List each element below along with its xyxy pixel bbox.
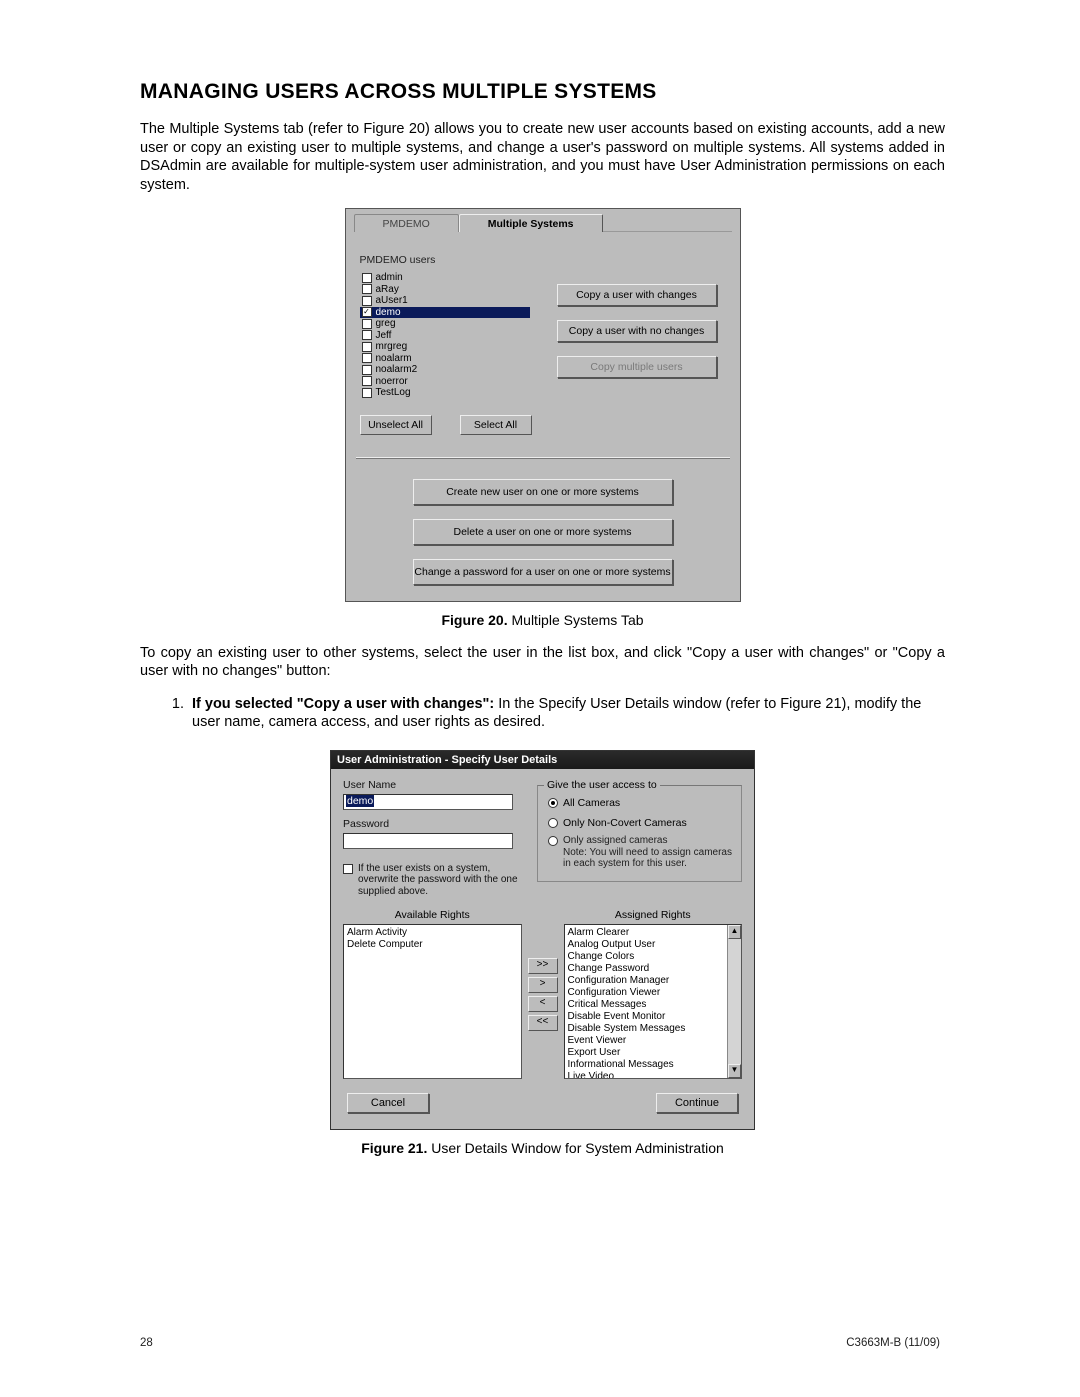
user-checkbox[interactable]: [362, 388, 372, 398]
dialog-title: User Administration - Specify User Detai…: [331, 751, 754, 769]
user-name: aRay: [376, 284, 399, 296]
users-list-label: PMDEMO users: [360, 254, 530, 266]
step-1: If you selected "Copy a user with change…: [188, 695, 945, 732]
user-row[interactable]: admin: [360, 272, 530, 284]
user-checkbox[interactable]: [362, 296, 372, 306]
list-item[interactable]: Live Video: [568, 1071, 726, 1079]
list-item[interactable]: Configuration Viewer: [568, 987, 726, 999]
user-checkbox[interactable]: ✓: [362, 307, 372, 317]
user-checkbox[interactable]: [362, 330, 372, 340]
username-label: User Name: [343, 779, 523, 791]
list-item[interactable]: Disable Event Monitor: [568, 1011, 726, 1023]
section-heading: MANAGING USERS ACROSS MULTIPLE SYSTEMS: [140, 80, 945, 104]
tab-multiple-systems[interactable]: Multiple Systems: [459, 214, 603, 232]
list-item[interactable]: Change Colors: [568, 951, 726, 963]
copy-instructions-paragraph: To copy an existing user to other system…: [140, 644, 945, 681]
move-left-button[interactable]: <: [528, 996, 558, 1012]
user-row[interactable]: aUser1: [360, 295, 530, 307]
doc-id: C3663M-B (11/09): [846, 1337, 940, 1349]
user-row[interactable]: greg: [360, 318, 530, 330]
move-all-right-button[interactable]: >>: [528, 958, 558, 974]
radio-assigned-label: Only assigned cameras Note: You will nee…: [563, 835, 733, 870]
user-name: aUser1: [376, 295, 408, 307]
change-password-button[interactable]: Change a password for a user on one or m…: [413, 559, 673, 585]
copy-user-no-changes-button[interactable]: Copy a user with no changes: [557, 320, 717, 342]
figure-21: User Administration - Specify User Detai…: [330, 750, 755, 1131]
user-checkbox[interactable]: [362, 273, 372, 283]
overwrite-password-label: If the user exists on a system, overwrit…: [358, 863, 523, 898]
radio-non-covert-label: Only Non-Covert Cameras: [563, 817, 687, 829]
user-name: Jeff: [376, 330, 392, 342]
radio-assigned[interactable]: [548, 836, 558, 846]
scroll-up-icon[interactable]: ▲: [728, 925, 741, 939]
move-right-button[interactable]: >: [528, 977, 558, 993]
user-row[interactable]: aRay: [360, 284, 530, 296]
user-row[interactable]: ✓ demo: [360, 307, 530, 319]
continue-button[interactable]: Continue: [656, 1093, 738, 1113]
available-rights-list[interactable]: Alarm ActivityDelete Computer: [343, 924, 522, 1079]
user-checkbox[interactable]: [362, 353, 372, 363]
list-item[interactable]: Critical Messages: [568, 999, 726, 1011]
password-label: Password: [343, 818, 523, 830]
list-item[interactable]: Event Viewer: [568, 1035, 726, 1047]
figure-20-caption: Figure 20. Multiple Systems Tab: [140, 612, 945, 628]
intro-paragraph: The Multiple Systems tab (refer to Figur…: [140, 120, 945, 194]
user-row[interactable]: noerror: [360, 376, 530, 388]
user-name: admin: [376, 272, 403, 284]
figure-20: PMDEMO Multiple Systems PMDEMO users adm…: [345, 208, 741, 602]
assigned-rights-header: Assigned Rights: [564, 909, 743, 921]
camera-access-group: Give the user access to All Cameras Only…: [537, 785, 742, 882]
scroll-down-icon[interactable]: ▼: [728, 1064, 741, 1078]
available-rights-header: Available Rights: [343, 909, 522, 921]
user-name: greg: [376, 318, 396, 330]
delete-user-button[interactable]: Delete a user on one or more systems: [413, 519, 673, 545]
radio-non-covert[interactable]: [548, 818, 558, 828]
password-input[interactable]: [343, 833, 513, 849]
list-item[interactable]: Change Password: [568, 963, 726, 975]
user-name: noerror: [376, 376, 408, 388]
copy-user-changes-button[interactable]: Copy a user with changes: [557, 284, 717, 306]
user-name: demo: [376, 307, 401, 319]
overwrite-password-checkbox[interactable]: [343, 864, 353, 874]
unselect-all-button[interactable]: Unselect All: [360, 415, 432, 435]
tab-pmdemo[interactable]: PMDEMO: [354, 214, 459, 232]
user-checkbox[interactable]: [362, 284, 372, 294]
list-item[interactable]: Informational Messages: [568, 1059, 726, 1071]
users-list[interactable]: adminaRayaUser1✓demogregJeffmrgregnoalar…: [360, 270, 530, 401]
assigned-rights-list[interactable]: Alarm ClearerAnalog Output UserChange Co…: [564, 924, 743, 1079]
list-item[interactable]: Analog Output User: [568, 939, 726, 951]
cancel-button[interactable]: Cancel: [347, 1093, 429, 1113]
list-item[interactable]: Delete Computer: [347, 939, 518, 951]
camera-access-legend: Give the user access to: [544, 779, 660, 791]
select-all-button[interactable]: Select All: [460, 415, 532, 435]
radio-all-cameras-label: All Cameras: [563, 797, 620, 809]
page-number: 28: [140, 1337, 153, 1349]
list-item[interactable]: Configuration Manager: [568, 975, 726, 987]
list-item[interactable]: Alarm Activity: [347, 927, 518, 939]
list-item[interactable]: Export User: [568, 1047, 726, 1059]
user-checkbox[interactable]: [362, 342, 372, 352]
user-name: mrgreg: [376, 341, 408, 353]
user-name: TestLog: [376, 387, 411, 399]
list-item[interactable]: Alarm Clearer: [568, 927, 726, 939]
user-checkbox[interactable]: [362, 376, 372, 386]
radio-all-cameras[interactable]: [548, 798, 558, 808]
username-input[interactable]: demo: [343, 794, 513, 810]
user-name: noalarm: [376, 353, 412, 365]
figure-21-caption: Figure 21. User Details Window for Syste…: [140, 1140, 945, 1156]
user-row[interactable]: noalarm2: [360, 364, 530, 376]
user-name: noalarm2: [376, 364, 418, 376]
assigned-scrollbar[interactable]: ▲ ▼: [727, 925, 741, 1078]
user-row[interactable]: TestLog: [360, 387, 530, 399]
user-row[interactable]: Jeff: [360, 330, 530, 342]
user-row[interactable]: mrgreg: [360, 341, 530, 353]
user-checkbox[interactable]: [362, 319, 372, 329]
create-new-user-button[interactable]: Create new user on one or more systems: [413, 479, 673, 505]
move-all-left-button[interactable]: <<: [528, 1015, 558, 1031]
user-checkbox[interactable]: [362, 365, 372, 375]
user-row[interactable]: noalarm: [360, 353, 530, 365]
copy-multiple-users-button[interactable]: Copy multiple users: [557, 356, 717, 378]
list-item[interactable]: Disable System Messages: [568, 1023, 726, 1035]
